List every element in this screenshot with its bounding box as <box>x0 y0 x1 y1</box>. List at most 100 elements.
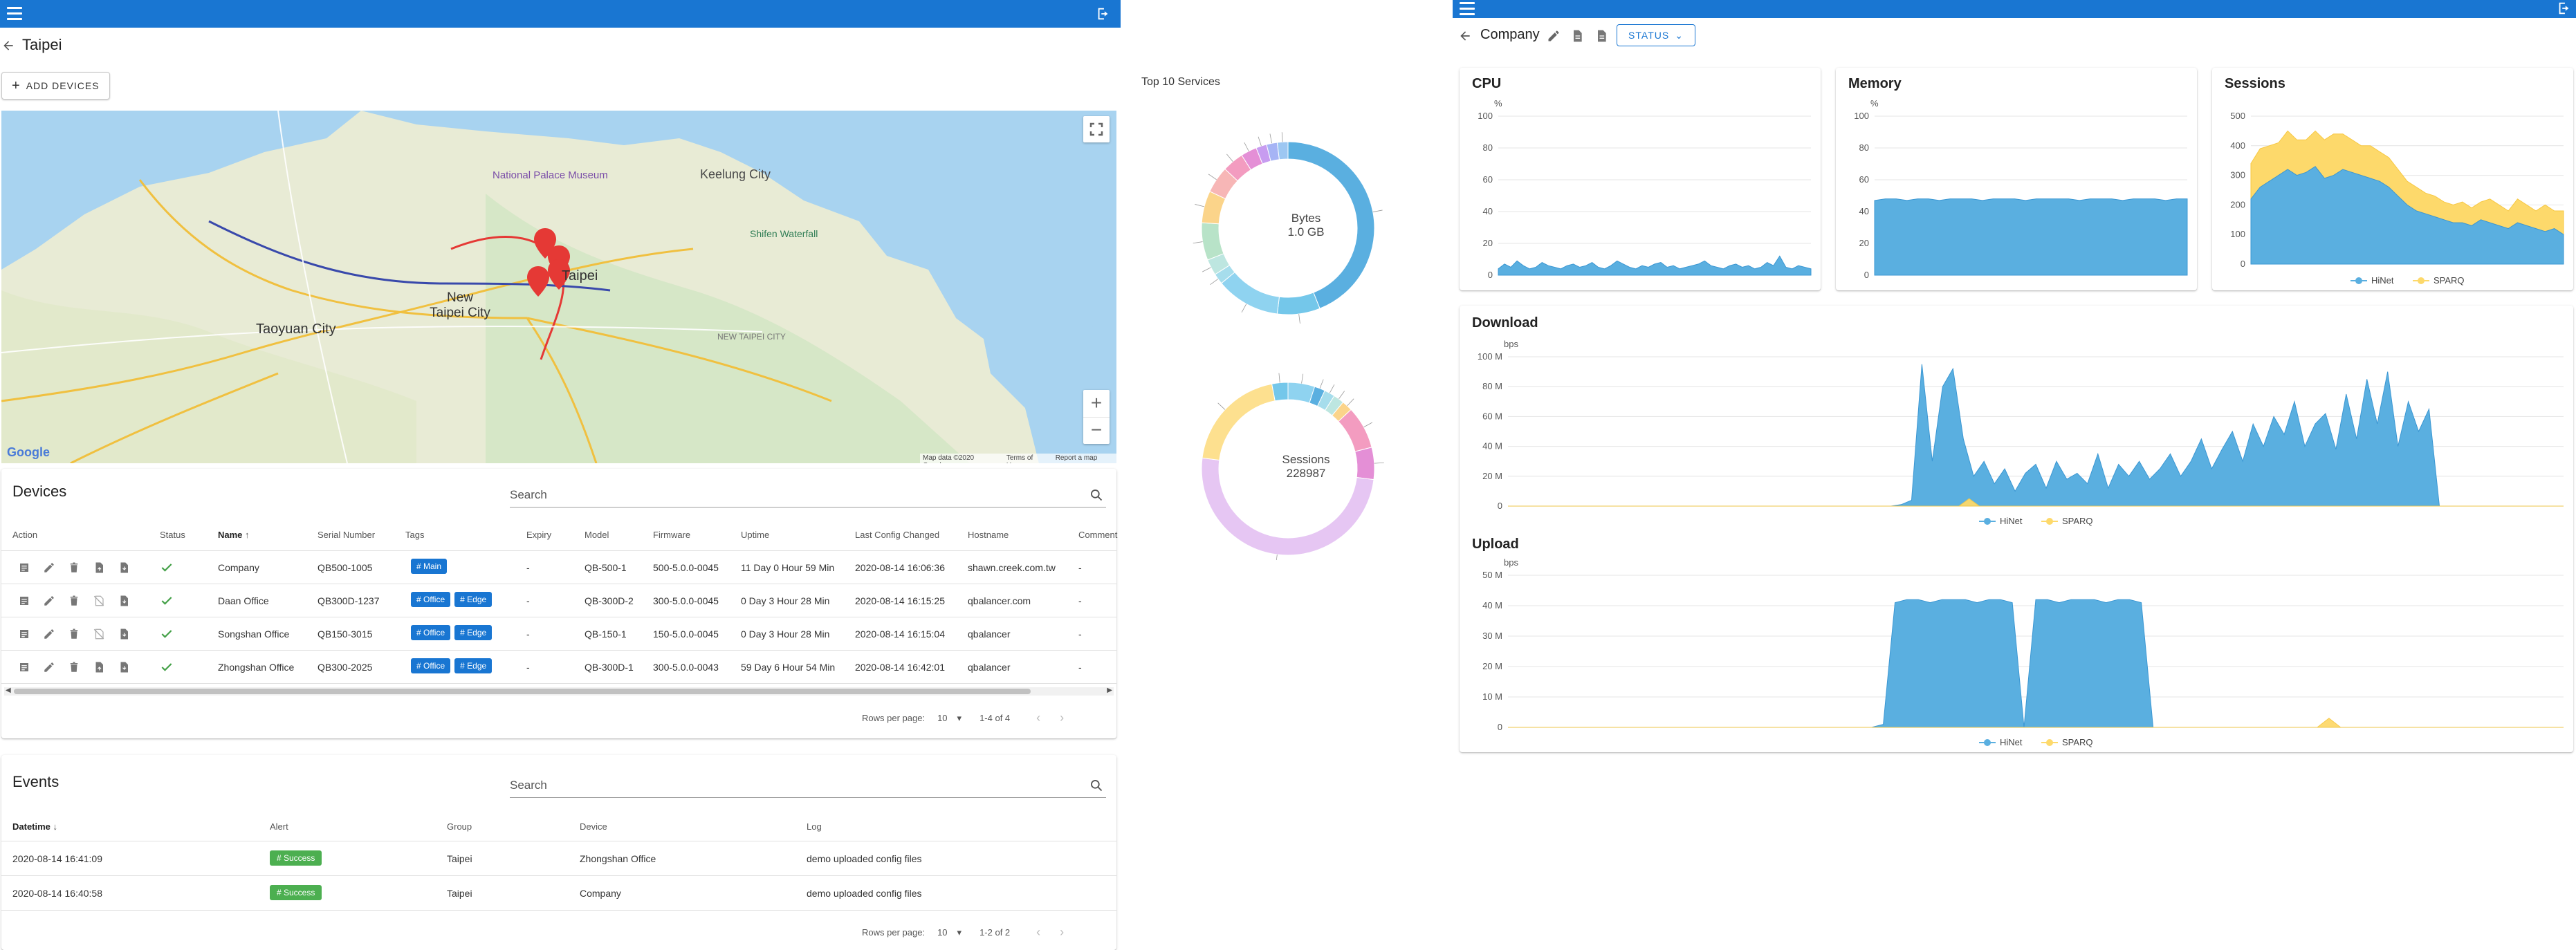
note-icon[interactable] <box>18 628 30 640</box>
device-tag[interactable]: # Office <box>411 625 451 640</box>
map[interactable]: Keelung City Taoyuan City New Taipei Cit… <box>1 111 1116 463</box>
right-menu-icon[interactable] <box>1460 2 1475 16</box>
device-name[interactable]: Daan Office <box>218 595 269 606</box>
zoom-out-button[interactable]: − <box>1083 417 1110 444</box>
legend-label[interactable]: HiNet <box>2000 516 2023 526</box>
donut-leader-line <box>1269 133 1272 144</box>
device-tag[interactable]: # Office <box>411 658 451 673</box>
download-icon[interactable] <box>118 628 130 640</box>
map-fullscreen-button[interactable] <box>1083 116 1110 142</box>
legend-label[interactable]: SPARQ <box>2062 737 2093 747</box>
edit-icon[interactable] <box>1547 29 1561 43</box>
scrollbar-thumb[interactable] <box>14 689 1031 694</box>
left-logout-icon[interactable] <box>1096 6 1111 21</box>
edit-icon[interactable] <box>43 595 55 607</box>
devices-next-page-icon[interactable]: › <box>1060 711 1064 725</box>
scroll-right-arrow-icon[interactable]: ▶ <box>1107 687 1112 694</box>
donut-slice[interactable] <box>1271 382 1289 402</box>
device-tag[interactable]: # Edge <box>454 625 493 640</box>
scroll-left-arrow-icon[interactable]: ◀ <box>6 687 11 694</box>
donut-slice[interactable] <box>1202 383 1276 461</box>
events-prev-page-icon[interactable]: ‹ <box>1036 925 1040 940</box>
device-tag[interactable]: # Office <box>411 592 451 607</box>
legend-swatch[interactable] <box>2355 277 2362 284</box>
legend-swatch[interactable] <box>2418 277 2425 284</box>
legend-swatch[interactable] <box>1984 518 1991 525</box>
sessions-title: Sessions <box>2225 76 2285 91</box>
device-tag[interactable]: # Edge <box>454 592 493 607</box>
legend-label[interactable]: HiNet <box>2371 275 2394 286</box>
device-name[interactable]: Zhongshan Office <box>218 662 294 673</box>
right-app-bar <box>1453 0 2576 18</box>
donut-slice[interactable] <box>1220 272 1280 315</box>
device-name[interactable]: Company <box>218 562 259 573</box>
legend-label[interactable]: HiNet <box>2000 737 2023 747</box>
events-title: Events <box>12 773 59 790</box>
device-name[interactable]: Songshan Office <box>218 628 289 640</box>
devices-range: 1-4 of 4 <box>979 713 1011 723</box>
donut-slice[interactable] <box>1276 141 1289 160</box>
right-logout-icon[interactable] <box>2557 1 2572 16</box>
legend-swatch[interactable] <box>2046 739 2053 746</box>
download-icon[interactable] <box>118 595 130 607</box>
donut-slice[interactable] <box>1354 447 1375 481</box>
legend-swatch[interactable] <box>1984 739 1991 746</box>
col-datetime[interactable]: Datetime ↓ <box>12 821 57 832</box>
donut-leader-line <box>1202 267 1211 272</box>
donut-slice[interactable] <box>1201 222 1224 261</box>
donut-leader-line <box>1301 373 1304 384</box>
series-area-main <box>1498 255 1812 276</box>
events-search-input[interactable]: Search <box>510 774 1106 798</box>
left-menu-icon[interactable] <box>7 7 22 21</box>
left-back-arrow-icon[interactable] <box>1 39 15 53</box>
status-ok-check-icon <box>161 564 172 572</box>
delete-icon[interactable] <box>68 595 80 607</box>
device-model: QB-500-1 <box>585 562 627 573</box>
legend-label[interactable]: SPARQ <box>2434 275 2465 286</box>
donut-slice[interactable] <box>1276 292 1321 315</box>
events-rows-per-page-select[interactable]: 10 ▾ <box>937 927 962 938</box>
backup-icon[interactable] <box>93 561 105 574</box>
zoom-in-button[interactable]: + <box>1083 390 1110 417</box>
backup-icon[interactable] <box>93 661 105 673</box>
device-serial: QB500-1005 <box>318 562 373 573</box>
legend-label[interactable]: SPARQ <box>2062 516 2093 526</box>
right-back-arrow-icon[interactable] <box>1458 29 1472 43</box>
right-page-title: Company <box>1480 27 1540 42</box>
device-tags: # Main <box>411 559 451 574</box>
backup-disabled-icon[interactable] <box>93 595 105 607</box>
edit-icon[interactable] <box>43 661 55 673</box>
device-tag[interactable]: # Edge <box>454 658 493 673</box>
terms-link[interactable]: Terms of Use <box>1006 454 1047 463</box>
delete-icon[interactable] <box>68 628 80 640</box>
edit-icon[interactable] <box>43 628 55 640</box>
report-error-link[interactable]: Report a map error <box>1056 454 1114 463</box>
status-dropdown-button[interactable]: STATUS ⌄ <box>1617 24 1695 46</box>
note-icon[interactable] <box>18 661 30 673</box>
note-icon[interactable] <box>18 561 30 574</box>
devices-rows-per-page-value: 10 <box>937 712 948 723</box>
legend-swatch[interactable] <box>2046 518 2053 525</box>
devices-rows-per-page-select[interactable]: 10 ▾ <box>937 713 962 724</box>
edit-icon[interactable] <box>43 561 55 574</box>
map-label-keelung: Keelung City <box>700 167 771 181</box>
col-name[interactable]: Name ↑ <box>218 530 250 540</box>
event-group: Taipei <box>447 888 472 899</box>
devices-horizontal-scrollbar[interactable]: ◀ ▶ <box>4 687 1114 696</box>
device-tag[interactable]: # Main <box>411 559 448 574</box>
note-icon[interactable] <box>18 595 30 607</box>
memory-card: Memory % 0 20 40 60 80 100 <box>1836 68 2197 290</box>
backup-disabled-icon[interactable] <box>93 628 105 640</box>
delete-icon[interactable] <box>68 661 80 673</box>
delete-icon[interactable] <box>68 561 80 574</box>
devices-prev-page-icon[interactable]: ‹ <box>1036 711 1040 725</box>
download-icon[interactable] <box>118 661 130 673</box>
events-next-page-icon[interactable]: › <box>1060 925 1064 940</box>
add-devices-button[interactable]: + ADD DEVICES <box>1 72 110 100</box>
download-icon[interactable] <box>118 561 130 574</box>
document-icon[interactable] <box>1570 29 1584 43</box>
donut-leader-line <box>1329 384 1335 393</box>
devices-search-input[interactable]: Search <box>510 484 1106 507</box>
y-tick-label: 100 <box>1478 111 1493 121</box>
report-icon[interactable] <box>1594 29 1608 43</box>
